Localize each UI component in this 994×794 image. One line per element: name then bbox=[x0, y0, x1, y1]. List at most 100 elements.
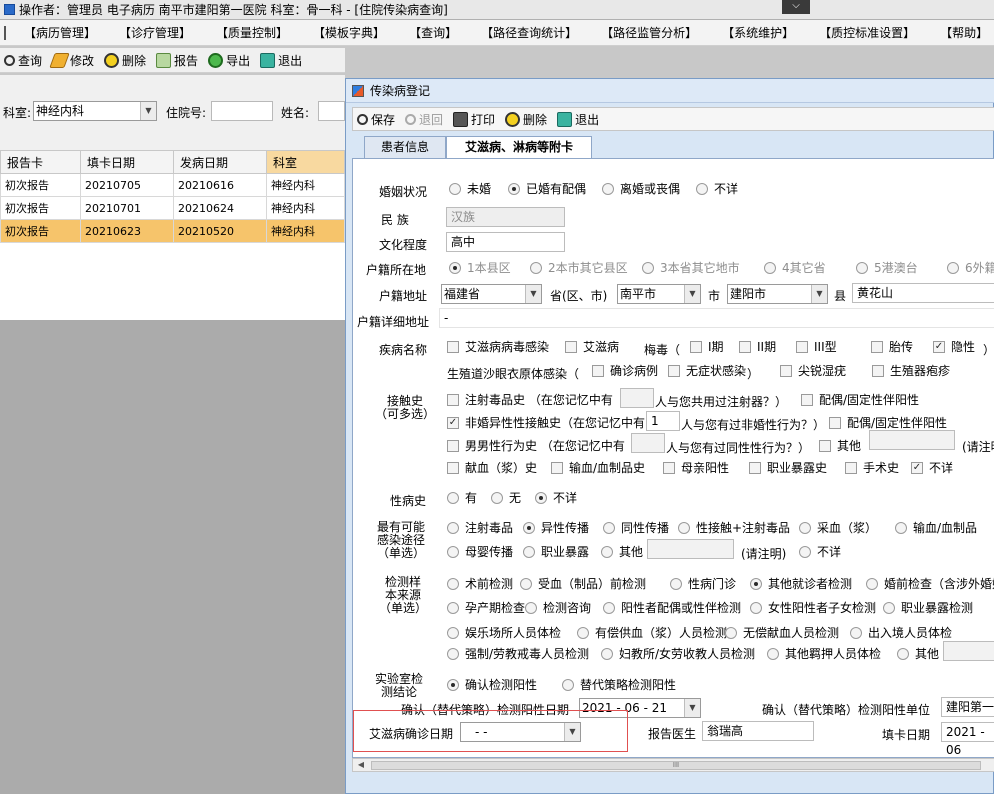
minimize-icon[interactable]: ⌵ bbox=[782, 0, 810, 14]
sample-occupational[interactable]: 职业暴露检测 bbox=[883, 599, 973, 616]
menu-template[interactable]: 【模板字典】 bbox=[313, 24, 385, 41]
dialog-exit-button[interactable]: 退出 bbox=[557, 111, 599, 128]
hukou-opt-6[interactable]: 6外籍 bbox=[947, 259, 994, 276]
scroll-thumb[interactable]: III bbox=[371, 761, 981, 770]
msm-count-input[interactable] bbox=[631, 433, 665, 453]
tab-aids-std-card[interactable]: 艾滋病、淋病等附卡 bbox=[446, 136, 592, 159]
route-homosexual[interactable]: 同性传播 bbox=[603, 519, 669, 536]
town-input[interactable]: 黄花山 bbox=[852, 283, 994, 303]
chlamydia-confirmed[interactable]: 确诊病例 bbox=[592, 362, 658, 379]
syphilis-2[interactable]: II期 bbox=[739, 338, 776, 355]
syphilis-latent[interactable]: ✓ 隐性 bbox=[933, 338, 975, 355]
menu-path-stats[interactable]: 【路径查询统计】 bbox=[481, 24, 577, 41]
sample-rehab[interactable]: 强制/劳教戒毒人员检测 bbox=[447, 645, 589, 662]
hukou-opt-4[interactable]: 4其它省 bbox=[764, 259, 826, 276]
sample-other[interactable]: 其他 bbox=[897, 645, 939, 662]
confirm-unit-input[interactable]: 建阳第一 bbox=[941, 697, 994, 717]
scroll-left-icon[interactable]: ◀ bbox=[355, 760, 367, 771]
hukou-opt-1[interactable]: 1本县区 bbox=[449, 259, 511, 276]
sample-prenatal[interactable]: 孕产期检查 bbox=[447, 599, 525, 616]
contact-msm[interactable]: 男男性行为史 （在您记忆中有 bbox=[447, 437, 625, 454]
province-select[interactable]: 福建省 ▼ bbox=[441, 284, 542, 304]
col-dept[interactable]: 科室 bbox=[266, 150, 345, 174]
menu-query[interactable]: 【查询】 bbox=[409, 24, 457, 41]
print-button[interactable]: 打印 bbox=[453, 111, 495, 128]
route-mother-child[interactable]: 母婴传播 bbox=[447, 543, 513, 560]
sample-entertainment[interactable]: 娱乐场所人员体检 bbox=[447, 624, 561, 641]
marital-divorced[interactable]: 离婚或丧偶 bbox=[602, 180, 680, 197]
route-blood-collection[interactable]: 采血（浆） bbox=[799, 519, 877, 536]
sample-counseling[interactable]: 检测咨询 bbox=[525, 599, 591, 616]
sample-children[interactable]: 女性阳性者子女检测 bbox=[750, 599, 876, 616]
lab-alternative[interactable]: 替代策略检测阳性 bbox=[562, 676, 676, 693]
table-row[interactable]: 初次报告 20210701 20210624 神经内科 bbox=[0, 196, 345, 220]
genital-herpes[interactable]: 生殖器疱疹 bbox=[872, 362, 950, 379]
menu-quality[interactable]: 【质量控制】 bbox=[216, 24, 288, 41]
city-select[interactable]: 南平市 ▼ bbox=[617, 284, 701, 304]
save-button[interactable]: 保存 bbox=[357, 111, 395, 128]
sample-other-input[interactable] bbox=[943, 641, 994, 661]
disease-aids[interactable]: 艾滋病 bbox=[565, 338, 619, 355]
dialog-delete-button[interactable]: 删除 bbox=[505, 111, 547, 128]
ethnic-input[interactable]: 汉族 bbox=[446, 207, 565, 227]
sample-paid-donor[interactable]: 有偿供血（浆）人员检测 bbox=[577, 624, 727, 641]
menu-emr[interactable]: 【病历管理】 bbox=[24, 24, 96, 41]
std-yes[interactable]: 有 bbox=[447, 489, 477, 506]
contact-occupational[interactable]: 职业暴露史 bbox=[749, 459, 827, 476]
injection-count-input[interactable] bbox=[620, 388, 654, 408]
menu-help[interactable]: 【帮助】 bbox=[940, 24, 988, 41]
exit-button[interactable]: 退出 bbox=[260, 52, 302, 69]
route-injection[interactable]: 注射毒品 bbox=[447, 519, 513, 536]
sample-border[interactable]: 出入境人员体检 bbox=[850, 624, 952, 641]
contact-r2-spouse[interactable]: 配偶/固定性伴阳性 bbox=[829, 414, 947, 431]
hukou-detail-input[interactable]: - bbox=[439, 308, 994, 328]
hukou-opt-2[interactable]: 2本市其它县区 bbox=[530, 259, 628, 276]
contact-unknown[interactable]: ✓ 不详 bbox=[911, 459, 953, 476]
hukou-opt-3[interactable]: 3本省其它地市 bbox=[642, 259, 740, 276]
edit-button[interactable]: 修改 bbox=[49, 52, 94, 69]
sample-pretransfusion[interactable]: 受血（制品）前检测 bbox=[520, 575, 646, 592]
hukou-opt-5[interactable]: 5港澳台 bbox=[856, 259, 918, 276]
query-button[interactable]: 查询 bbox=[4, 52, 42, 69]
tab-patient-info[interactable]: 患者信息 bbox=[364, 136, 446, 158]
doctor-input[interactable]: 翁瑞高 bbox=[702, 721, 814, 741]
contact-r1-spouse[interactable]: 配偶/固定性伴阳性 bbox=[801, 391, 919, 408]
sample-preop[interactable]: 术前检测 bbox=[447, 575, 513, 592]
col-report-card[interactable]: 报告卡 bbox=[0, 150, 81, 174]
county-select[interactable]: 建阳市 ▼ bbox=[727, 284, 828, 304]
marital-unknown[interactable]: 不详 bbox=[696, 180, 738, 197]
route-transfusion[interactable]: 输血/血制品 bbox=[895, 519, 977, 536]
sample-unpaid-donor[interactable]: 无偿献血人员检测 bbox=[725, 624, 839, 641]
syphilis-1[interactable]: I期 bbox=[690, 338, 724, 355]
contact-mother[interactable]: 母亲阳性 bbox=[663, 459, 729, 476]
sample-other-patients[interactable]: 其他就诊者检测 bbox=[750, 575, 852, 592]
menu-path-monitor[interactable]: 【路径监管分析】 bbox=[601, 24, 697, 41]
sample-std-clinic[interactable]: 性病门诊 bbox=[670, 575, 736, 592]
inpatient-input[interactable] bbox=[211, 101, 273, 121]
back-button[interactable]: 退回 bbox=[405, 111, 443, 128]
dept-select[interactable]: 神经内科 ▼ bbox=[33, 101, 157, 121]
horizontal-scrollbar[interactable]: ◀ III bbox=[352, 758, 994, 772]
sample-partner[interactable]: 阳性者配偶或性伴检测 bbox=[603, 599, 741, 616]
col-onset-date[interactable]: 发病日期 bbox=[173, 150, 267, 174]
sample-premarital[interactable]: 婚前检查（含涉外婚姻） bbox=[866, 575, 994, 592]
std-no[interactable]: 无 bbox=[491, 489, 521, 506]
syphilis-congenital[interactable]: 胎传 bbox=[871, 338, 913, 355]
lab-confirmed[interactable]: 确认检测阳性 bbox=[447, 676, 537, 693]
route-unknown[interactable]: 不详 bbox=[799, 543, 841, 560]
contact-transfusion[interactable]: 输血/血制品史 bbox=[551, 459, 645, 476]
delete-button[interactable]: 删除 bbox=[104, 52, 146, 69]
std-unknown[interactable]: 不详 bbox=[535, 489, 577, 506]
sample-detainees[interactable]: 其他羁押人员体检 bbox=[767, 645, 881, 662]
contact-other[interactable]: 其他 bbox=[819, 437, 861, 454]
marital-unmarried[interactable]: 未婚 bbox=[449, 180, 491, 197]
menu-qc-standard[interactable]: 【质控标准设置】 bbox=[819, 24, 915, 41]
fill-date-input[interactable]: 2021 - 06 bbox=[941, 722, 994, 757]
col-fill-date[interactable]: 填卡日期 bbox=[80, 150, 174, 174]
route-heterosexual[interactable]: 异性传播 bbox=[523, 519, 589, 536]
marital-married[interactable]: 已婚有配偶 bbox=[508, 180, 586, 197]
contact-other-input[interactable] bbox=[869, 430, 955, 450]
table-row-selected[interactable]: 初次报告 20210623 20210520 神经内科 bbox=[0, 219, 345, 243]
route-other-input[interactable] bbox=[647, 539, 734, 559]
syphilis-3[interactable]: III型 bbox=[796, 338, 837, 355]
